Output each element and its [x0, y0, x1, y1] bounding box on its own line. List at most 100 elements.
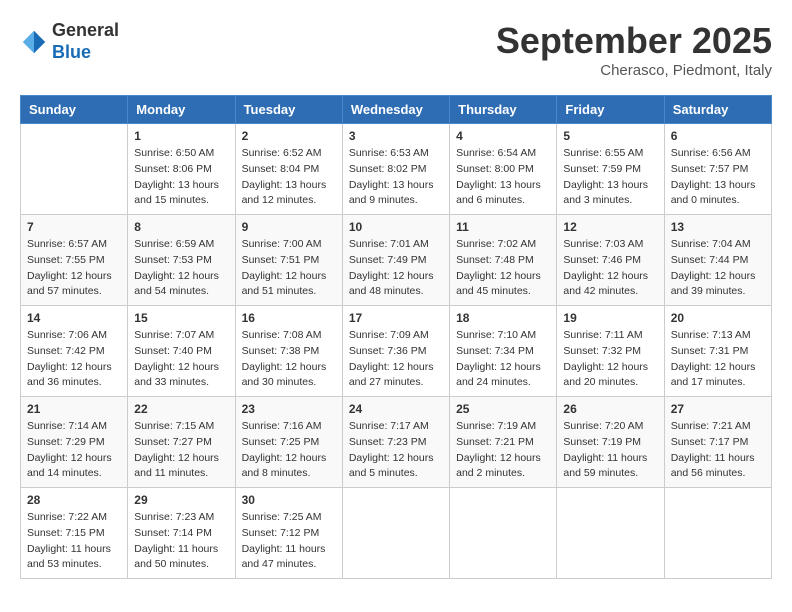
day-info: Sunrise: 7:14 AMSunset: 7:29 PMDaylight:… [27, 419, 121, 482]
day-info: Sunrise: 7:21 AMSunset: 7:17 PMDaylight:… [671, 419, 765, 482]
table-row: 10 Sunrise: 7:01 AMSunset: 7:49 PMDayligh… [342, 215, 449, 306]
table-row: 25 Sunrise: 7:19 AMSunset: 7:21 PMDayligh… [450, 397, 557, 488]
table-row: 11Sunrise: 7:02 AMSunset: 7:48 PMDayligh… [450, 215, 557, 306]
day-info: Sunrise: 7:07 AMSunset: 7:40 PMDaylight:… [134, 328, 228, 391]
day-number: 12 [563, 220, 657, 234]
calendar-week-row: 28 Sunrise: 7:22 AMSunset: 7:15 PMDayligh… [21, 488, 772, 579]
calendar-week-row: 1 Sunrise: 6:50 AMSunset: 8:06 PMDaylight… [21, 124, 772, 215]
table-row: 13 Sunrise: 7:04 AMSunset: 7:44 PMDayligh… [664, 215, 771, 306]
col-thursday: Thursday [450, 96, 557, 124]
day-number: 28 [27, 493, 121, 507]
table-row: 1 Sunrise: 6:50 AMSunset: 8:06 PMDaylight… [128, 124, 235, 215]
calendar-week-row: 14 Sunrise: 7:06 AMSunset: 7:42 PMDayligh… [21, 306, 772, 397]
day-info: Sunrise: 7:20 AMSunset: 7:19 PMDaylight:… [563, 419, 657, 482]
day-number: 7 [27, 220, 121, 234]
table-row: 12 Sunrise: 7:03 AMSunset: 7:46 PMDayligh… [557, 215, 664, 306]
table-row [557, 488, 664, 579]
day-number: 11 [456, 220, 550, 234]
day-number: 25 [456, 402, 550, 416]
table-row: 7 Sunrise: 6:57 AMSunset: 7:55 PMDaylight… [21, 215, 128, 306]
day-info: Sunrise: 7:01 AMSunset: 7:49 PMDaylight:… [349, 237, 443, 300]
table-row: 30Sunrise: 7:25 AMSunset: 7:12 PMDayligh… [235, 488, 342, 579]
day-number: 16 [242, 311, 336, 325]
day-number: 9 [242, 220, 336, 234]
day-info: Sunrise: 7:04 AMSunset: 7:44 PMDaylight:… [671, 237, 765, 300]
day-info: Sunrise: 6:52 AMSunset: 8:04 PMDaylight:… [242, 146, 336, 209]
day-info: Sunrise: 6:56 AMSunset: 7:57 PMDaylight:… [671, 146, 765, 209]
table-row [450, 488, 557, 579]
calendar-header-row: Sunday Monday Tuesday Wednesday Thursday… [21, 96, 772, 124]
day-number: 15 [134, 311, 228, 325]
calendar-week-row: 21 Sunrise: 7:14 AMSunset: 7:29 PMDayligh… [21, 397, 772, 488]
day-number: 27 [671, 402, 765, 416]
day-info: Sunrise: 6:54 AMSunset: 8:00 PMDaylight:… [456, 146, 550, 209]
table-row: 18 Sunrise: 7:10 AMSunset: 7:34 PMDayligh… [450, 306, 557, 397]
day-info: Sunrise: 6:50 AMSunset: 8:06 PMDaylight:… [134, 146, 228, 209]
logo-general-text: General [52, 20, 119, 40]
day-number: 24 [349, 402, 443, 416]
day-info: Sunrise: 7:15 AMSunset: 7:27 PMDaylight:… [134, 419, 228, 482]
day-info: Sunrise: 7:09 AMSunset: 7:36 PMDaylight:… [349, 328, 443, 391]
table-row: 2 Sunrise: 6:52 AMSunset: 8:04 PMDaylight… [235, 124, 342, 215]
table-row: 24 Sunrise: 7:17 AMSunset: 7:23 PMDayligh… [342, 397, 449, 488]
table-row: 26 Sunrise: 7:20 AMSunset: 7:19 PMDayligh… [557, 397, 664, 488]
day-number: 17 [349, 311, 443, 325]
day-number: 2 [242, 129, 336, 143]
table-row: 20Sunrise: 7:13 AMSunset: 7:31 PMDayligh… [664, 306, 771, 397]
table-row: 16Sunrise: 7:08 AMSunset: 7:38 PMDayligh… [235, 306, 342, 397]
day-number: 21 [27, 402, 121, 416]
location: Cherasco, Piedmont, Italy [496, 62, 772, 79]
calendar-week-row: 7 Sunrise: 6:57 AMSunset: 7:55 PMDaylight… [21, 215, 772, 306]
col-saturday: Saturday [664, 96, 771, 124]
logo-blue-text: Blue [52, 42, 91, 62]
day-info: Sunrise: 7:03 AMSunset: 7:46 PMDaylight:… [563, 237, 657, 300]
col-sunday: Sunday [21, 96, 128, 124]
day-number: 5 [563, 129, 657, 143]
day-number: 29 [134, 493, 228, 507]
table-row: 4 Sunrise: 6:54 AMSunset: 8:00 PMDaylight… [450, 124, 557, 215]
day-number: 20 [671, 311, 765, 325]
day-info: Sunrise: 6:57 AMSunset: 7:55 PMDaylight:… [27, 237, 121, 300]
table-row: 8 Sunrise: 6:59 AMSunset: 7:53 PMDaylight… [128, 215, 235, 306]
day-info: Sunrise: 7:23 AMSunset: 7:14 PMDaylight:… [134, 510, 228, 573]
day-number: 23 [242, 402, 336, 416]
table-row: 9 Sunrise: 7:00 AMSunset: 7:51 PMDaylight… [235, 215, 342, 306]
day-info: Sunrise: 6:59 AMSunset: 7:53 PMDaylight:… [134, 237, 228, 300]
col-wednesday: Wednesday [342, 96, 449, 124]
day-number: 8 [134, 220, 228, 234]
day-number: 14 [27, 311, 121, 325]
day-number: 19 [563, 311, 657, 325]
table-row: 17 Sunrise: 7:09 AMSunset: 7:36 PMDayligh… [342, 306, 449, 397]
title-block: September 2025 Cherasco, Piedmont, Italy [496, 20, 772, 79]
day-info: Sunrise: 6:55 AMSunset: 7:59 PMDaylight:… [563, 146, 657, 209]
table-row: 3Sunrise: 6:53 AMSunset: 8:02 PMDaylight… [342, 124, 449, 215]
table-row: 23 Sunrise: 7:16 AMSunset: 7:25 PMDayligh… [235, 397, 342, 488]
month-title: September 2025 [496, 20, 772, 62]
table-row: 27 Sunrise: 7:21 AMSunset: 7:17 PMDayligh… [664, 397, 771, 488]
day-number: 4 [456, 129, 550, 143]
table-row: 5 Sunrise: 6:55 AMSunset: 7:59 PMDaylight… [557, 124, 664, 215]
day-number: 1 [134, 129, 228, 143]
day-number: 10 [349, 220, 443, 234]
day-info: Sunrise: 7:10 AMSunset: 7:34 PMDaylight:… [456, 328, 550, 391]
logo: General Blue [20, 20, 119, 63]
page-header: General Blue September 2025 Cherasco, Pi… [20, 20, 772, 79]
day-info: Sunrise: 6:53 AMSunset: 8:02 PMDaylight:… [349, 146, 443, 209]
table-row [342, 488, 449, 579]
day-info: Sunrise: 7:22 AMSunset: 7:15 PMDaylight:… [27, 510, 121, 573]
calendar-table: Sunday Monday Tuesday Wednesday Thursday… [20, 95, 772, 579]
day-info: Sunrise: 7:06 AMSunset: 7:42 PMDaylight:… [27, 328, 121, 391]
table-row: 15 Sunrise: 7:07 AMSunset: 7:40 PMDayligh… [128, 306, 235, 397]
day-info: Sunrise: 7:16 AMSunset: 7:25 PMDaylight:… [242, 419, 336, 482]
day-info: Sunrise: 7:25 AMSunset: 7:12 PMDaylight:… [242, 510, 336, 573]
day-info: Sunrise: 7:17 AMSunset: 7:23 PMDaylight:… [349, 419, 443, 482]
table-row [21, 124, 128, 215]
table-row: 6Sunrise: 6:56 AMSunset: 7:57 PMDaylight… [664, 124, 771, 215]
day-number: 26 [563, 402, 657, 416]
col-friday: Friday [557, 96, 664, 124]
day-number: 18 [456, 311, 550, 325]
day-info: Sunrise: 7:19 AMSunset: 7:21 PMDaylight:… [456, 419, 550, 482]
day-number: 13 [671, 220, 765, 234]
day-info: Sunrise: 7:00 AMSunset: 7:51 PMDaylight:… [242, 237, 336, 300]
col-monday: Monday [128, 96, 235, 124]
